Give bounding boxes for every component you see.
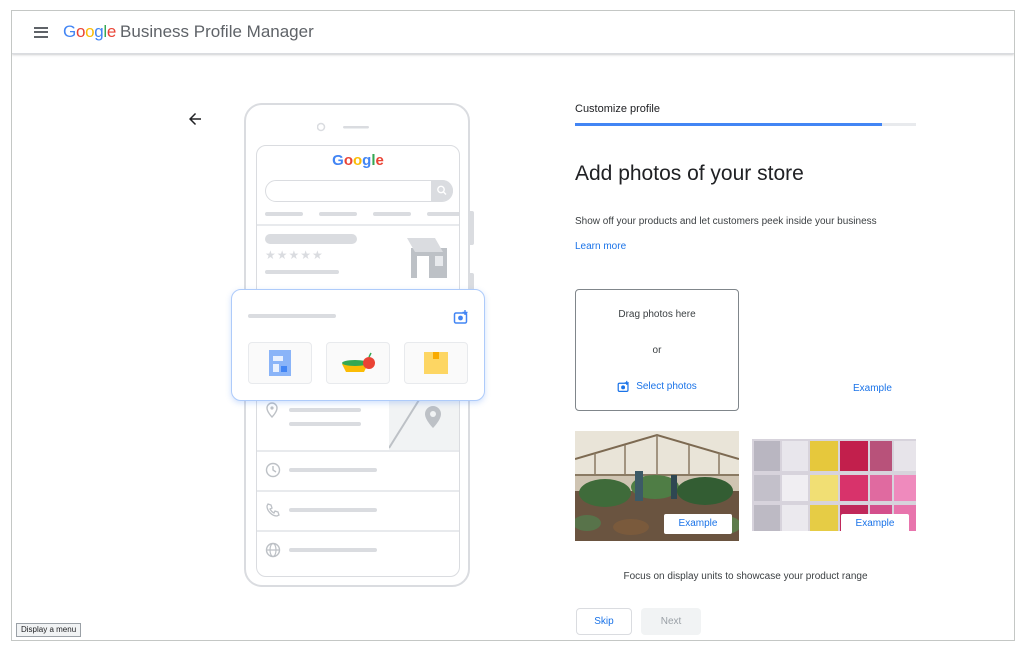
- menu-tooltip: Display a menu: [16, 623, 82, 637]
- fruit-bowl-icon: [342, 352, 375, 372]
- learn-more-link[interactable]: Learn more: [575, 241, 626, 252]
- location-pin-icon: [266, 402, 278, 418]
- google-logo: Google: [332, 152, 384, 169]
- next-button[interactable]: Next: [641, 608, 701, 635]
- product-tile: [404, 342, 468, 384]
- photo-drop-zone[interactable]: Drag photos here or Select photos: [575, 289, 739, 411]
- example-photo-garden-center[interactable]: Example: [575, 431, 739, 541]
- box-icon: [424, 352, 448, 374]
- example-caption: Focus on display units to showcase your …: [623, 571, 868, 582]
- example-chip[interactable]: Example: [664, 514, 732, 534]
- placeholder-bar: [289, 422, 361, 426]
- example-photo-shelves[interactable]: Example: [752, 431, 916, 541]
- select-photos-label: Select photos: [636, 381, 697, 392]
- step-label: Customize profile: [575, 103, 660, 115]
- shelf-icon: [269, 350, 291, 376]
- search-icon: [431, 180, 453, 201]
- rating-stars: ★★★★★: [265, 248, 324, 262]
- divider: [257, 450, 459, 452]
- add-photo-icon: [617, 380, 629, 392]
- divider: [257, 530, 459, 532]
- app-frame: Google Business Profile Manager Google ★…: [11, 10, 1015, 641]
- divider: [257, 490, 459, 492]
- app-title: Business Profile Manager: [120, 22, 314, 41]
- placeholder-bar: [373, 212, 411, 216]
- storefront-icon: [407, 238, 447, 278]
- progress-fill: [575, 123, 882, 126]
- placeholder-bar: [289, 548, 377, 552]
- placeholder-bar: [289, 408, 361, 412]
- placeholder-bar: [265, 212, 303, 216]
- product-tile: [326, 342, 390, 384]
- example-chip[interactable]: Example: [841, 514, 909, 534]
- product-tile: [248, 342, 312, 384]
- placeholder-bar: [265, 234, 357, 244]
- hamburger-menu-icon[interactable]: [34, 26, 48, 38]
- or-text: or: [652, 345, 662, 356]
- placeholder-bar: [289, 468, 377, 472]
- app-brand[interactable]: Google Business Profile Manager: [63, 22, 314, 42]
- placeholder-bar: [248, 314, 336, 318]
- page-subtitle: Show off your products and let customers…: [575, 216, 877, 227]
- add-photo-icon: [453, 310, 468, 324]
- drag-text: Drag photos here: [618, 309, 696, 320]
- placeholder-bar: [319, 212, 357, 216]
- globe-icon: [265, 542, 281, 558]
- top-app-bar: Google Business Profile Manager: [12, 11, 1014, 54]
- divider: [257, 224, 459, 226]
- search-bar-illustration: [265, 180, 453, 202]
- placeholder-bar: [265, 270, 339, 274]
- skip-button[interactable]: Skip: [576, 608, 632, 635]
- page-title: Add photos of your store: [575, 162, 804, 185]
- arrow-back-icon[interactable]: [186, 110, 204, 128]
- google-logo: Google: [63, 22, 117, 41]
- photos-card-illustration: [231, 289, 485, 401]
- phone-side-button: [470, 211, 474, 245]
- select-photos-button[interactable]: Select photos: [576, 380, 738, 393]
- placeholder-bar: [427, 212, 459, 216]
- progress-bar: [575, 123, 916, 126]
- phone-speaker-icon: [317, 122, 369, 132]
- example-link[interactable]: Example: [853, 383, 892, 394]
- placeholder-bar: [289, 508, 377, 512]
- phone-icon: [266, 503, 280, 517]
- clock-icon: [265, 462, 281, 478]
